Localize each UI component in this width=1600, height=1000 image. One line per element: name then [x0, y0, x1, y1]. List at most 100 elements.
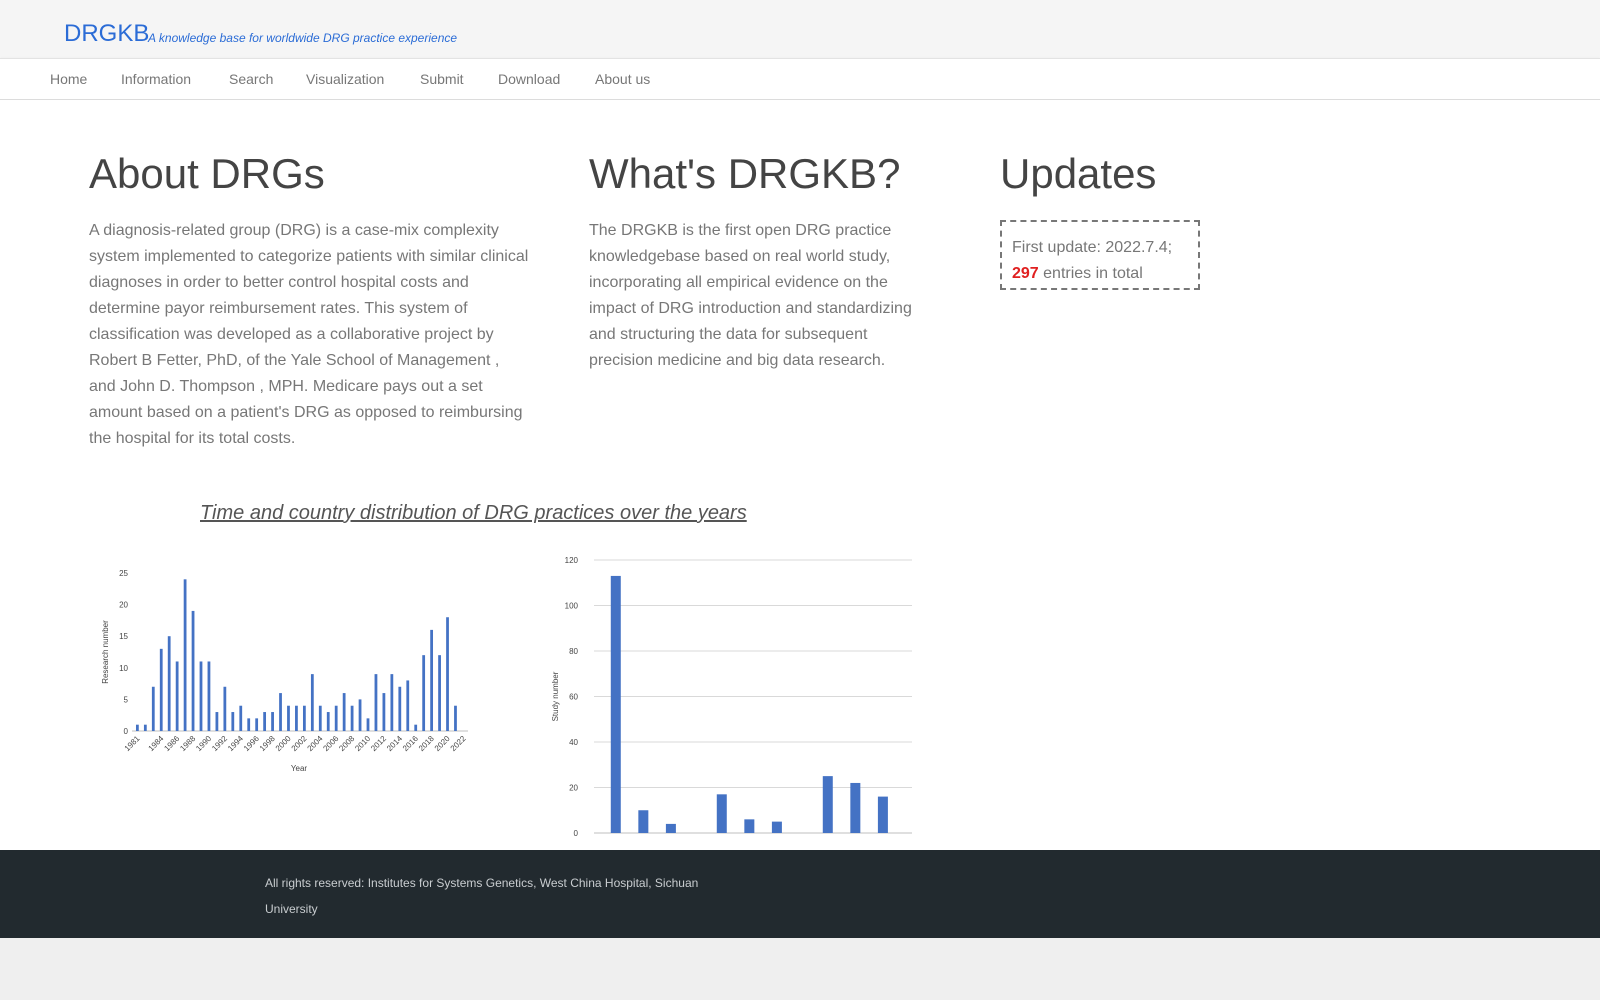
- x-tick-label: 1992: [210, 734, 229, 753]
- bar-year-1981: [135, 724, 139, 731]
- main-navbar: Home Information Search Visualization Su…: [0, 58, 1600, 100]
- bar-year-2016: [414, 724, 418, 731]
- visualization-title[interactable]: Time and country distribution of DRG pra…: [200, 502, 747, 525]
- y-axis-label: Study number: [551, 671, 560, 721]
- x-tick-label: 2006: [321, 734, 340, 753]
- brand-tagline: A knowledge base for worldwide DRG pract…: [148, 31, 458, 45]
- bar-year-2019: [438, 655, 441, 731]
- bar-year-1989: [199, 661, 203, 731]
- brand-logo-link[interactable]: DRGKB: [64, 20, 149, 48]
- x-tick-label: 1986: [162, 734, 181, 753]
- x-tick-label: 1984: [147, 734, 166, 753]
- research-by-year-chart: 0 5 10 15 20 25 Research number 1981 19841986198…: [101, 569, 468, 773]
- bar-year-1990: [207, 661, 211, 731]
- y-tick-label: 20: [119, 601, 128, 610]
- footer-copyright: All rights reserved: Institutes for Syst…: [265, 876, 699, 916]
- bar-year-1997: [263, 712, 267, 731]
- bar-year-2002: [302, 705, 306, 731]
- x-tick-label: 1988: [178, 734, 197, 753]
- bar-year-2001: [295, 705, 298, 731]
- x-tick-label: 1990: [194, 734, 213, 753]
- bar-year-2007: [342, 693, 346, 731]
- nav-information[interactable]: Information: [121, 71, 191, 87]
- bar-year-1992: [223, 686, 227, 731]
- y-tick-label: 25: [119, 569, 128, 578]
- bar-year-2010: [366, 718, 370, 731]
- bar-year-1987: [183, 579, 187, 731]
- y-tick-label: 0: [124, 727, 129, 736]
- x-tick-label: 2002: [290, 734, 309, 753]
- nav-search[interactable]: Search: [229, 71, 273, 87]
- bar-year-2005: [326, 712, 330, 731]
- y-tick-label: 5: [124, 695, 129, 704]
- bar-year-1991: [215, 712, 219, 731]
- top-header: DRGKB A knowledge base for worldwide DRG…: [0, 0, 1600, 58]
- bar-year-2003: [310, 674, 314, 731]
- main-content: About DRGs A diagnosis-related group (DR…: [0, 100, 1600, 850]
- x-tick-label: 2000: [274, 734, 293, 753]
- x-tick-label: 1994: [226, 734, 245, 753]
- bar-year-2018: [430, 629, 434, 731]
- y-axis-label: Research number: [101, 620, 110, 684]
- x-tick-label: 1998: [258, 734, 277, 753]
- bar-year-2000: [287, 705, 290, 731]
- bar-year-1984: [159, 648, 163, 731]
- updates-box: First update: 2022.7.4; 297 entries in t…: [1000, 220, 1200, 290]
- bar-year-1993: [231, 712, 235, 731]
- nav-submit[interactable]: Submit: [420, 71, 464, 87]
- bar-year-2012: [382, 693, 386, 731]
- x-tick-label: 1981: [123, 734, 142, 753]
- bar-year-2017: [422, 655, 426, 731]
- y-tick-label: 100: [565, 602, 579, 611]
- y-tick-label: 20: [569, 784, 578, 793]
- bar-year-1999: [279, 693, 282, 731]
- bar-year-2004: [318, 705, 322, 731]
- x-tick-label: 2010: [353, 734, 372, 753]
- x-tick-label: 2012: [369, 734, 388, 753]
- bar-year-2021: [454, 705, 457, 731]
- updates-title: Updates: [1000, 150, 1157, 197]
- x-tick-label: 2014: [385, 734, 404, 753]
- bar-year-1983: [151, 686, 155, 731]
- bar-1980-1999-USA: [610, 575, 621, 833]
- whats-drgkb-title: What's DRGKB?: [589, 150, 901, 197]
- whats-drgkb-text: The DRGKB is the first open DRG practice…: [589, 222, 912, 369]
- y-tick-label: 120: [565, 556, 579, 565]
- bar-year-1982: [143, 724, 147, 731]
- x-axis-label: Year: [291, 764, 308, 773]
- first-update-text: First update: 2022.7.4;: [1012, 239, 1173, 256]
- entries-suffix: entries in total: [1038, 265, 1143, 282]
- bar-year-1985: [167, 636, 171, 731]
- entries-count: 297: [1012, 265, 1039, 282]
- about-drgs-title: About DRGs: [89, 150, 325, 197]
- bar-year-2006: [334, 705, 338, 731]
- x-tick-label: 2016: [401, 734, 420, 753]
- bar-year-1996: [255, 718, 259, 731]
- bar-year-1995: [247, 718, 251, 731]
- bar-1980-1999-Australia: [638, 810, 649, 833]
- x-tick-label: 2022: [449, 734, 468, 753]
- y-tick-label: 40: [569, 738, 578, 747]
- bar-year-2008: [350, 705, 354, 731]
- nav-download[interactable]: Download: [498, 71, 560, 87]
- bar-year-2009: [358, 699, 362, 731]
- bar-1980-1999-UK: [665, 823, 676, 833]
- bar-year-2015: [406, 680, 410, 731]
- bar-2010-2022-China: [822, 776, 833, 833]
- bar-2000-2009-Germany: [771, 821, 782, 833]
- bar-year-2013: [390, 674, 394, 731]
- y-tick-label: 15: [119, 632, 128, 641]
- bar-year-2020: [446, 617, 449, 731]
- nav-visualization[interactable]: Visualization: [306, 71, 384, 87]
- x-tick-label: 2018: [417, 734, 436, 753]
- about-drgs-text: A diagnosis-related group (DRG) is a cas…: [89, 222, 529, 447]
- bar-year-2011: [374, 674, 378, 731]
- y-tick-label: 10: [119, 664, 128, 673]
- nav-about-us[interactable]: About us: [595, 71, 650, 87]
- y-tick-label: 60: [569, 693, 578, 702]
- study-by-country-period-chart: 020406080100120Study numberUSAAustraliaU…: [551, 556, 912, 837]
- nav-home[interactable]: Home: [50, 71, 87, 87]
- y-tick-label: 0: [574, 829, 579, 837]
- bar-year-1986: [175, 661, 179, 731]
- y-tick-label: 80: [569, 647, 578, 656]
